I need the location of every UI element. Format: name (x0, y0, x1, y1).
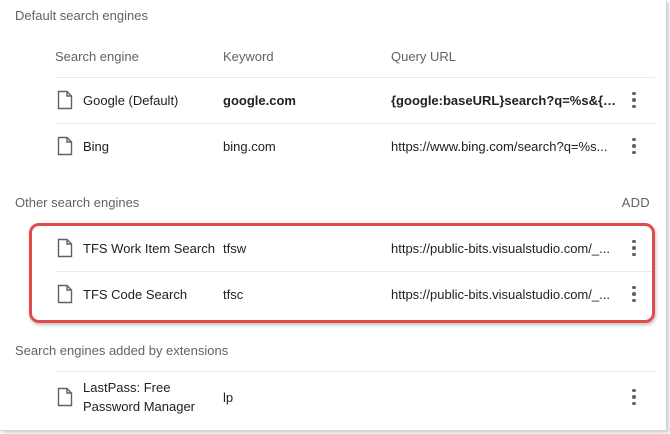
engine-name-line2: Password Manager (83, 399, 195, 414)
more-vert-icon[interactable] (626, 136, 642, 156)
more-vert-icon[interactable] (626, 387, 642, 407)
engine-query-url: {google:baseURL}search?q=%s&{go... (391, 92, 619, 108)
default-engines-title: Default search engines (15, 8, 148, 23)
highlight-box (29, 223, 655, 323)
engine-keyword: lp (223, 389, 234, 405)
other-engines-title: Other search engines (15, 195, 140, 210)
search-engine-row-bing[interactable]: Bing bing.com https://www.bing.com/searc… (55, 123, 655, 169)
search-engine-row-lastpass[interactable]: LastPass: Free Password Manager lp (55, 374, 655, 420)
divider (55, 371, 655, 372)
engine-name-line1: LastPass: Free (83, 380, 171, 395)
engine-name: Bing (83, 138, 110, 154)
add-search-engine-button[interactable]: ADD (622, 195, 650, 210)
settings-panel: Default search engines Search engine Key… (0, 0, 667, 431)
column-header-search-engine: Search engine (55, 49, 139, 64)
more-vert-icon[interactable] (626, 90, 642, 110)
search-engine-row-google[interactable]: Google (Default) google.com {google:base… (55, 77, 655, 123)
file-icon (57, 136, 73, 156)
extension-engines-title: Search engines added by extensions (15, 343, 229, 358)
engine-name: Google (Default) (83, 92, 179, 108)
file-icon (57, 90, 73, 110)
engine-name: LastPass: Free Password Manager (83, 374, 218, 420)
engine-keyword: bing.com (223, 138, 276, 154)
column-header-query-url: Query URL (391, 49, 457, 64)
file-icon (57, 387, 73, 407)
engine-query-url: https://www.bing.com/search?q=%s... (391, 138, 608, 154)
engine-keyword: google.com (223, 92, 296, 108)
column-header-keyword: Keyword (223, 49, 274, 64)
